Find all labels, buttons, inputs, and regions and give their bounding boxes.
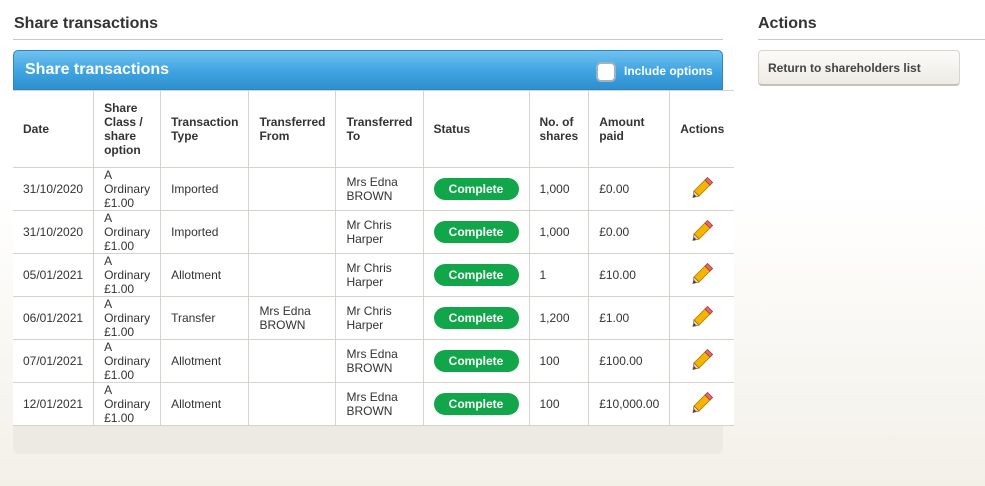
cell-date: 31/10/2020 <box>13 210 95 254</box>
cell-no-of-shares: 1,000 <box>528 210 590 254</box>
cell-status: Complete <box>422 210 530 254</box>
status-badge[interactable]: Complete <box>433 393 519 415</box>
page-title: Share transactions <box>14 15 159 32</box>
cell-date: 12/01/2021 <box>13 382 95 426</box>
pencil-icon[interactable] <box>691 391 714 414</box>
cell-transferred-from <box>248 210 337 254</box>
cell-date: 06/01/2021 <box>13 296 95 340</box>
pencil-icon[interactable] <box>691 219 714 242</box>
cell-no-of-shares: 1,000 <box>528 167 590 211</box>
cell-status: Complete <box>422 167 530 211</box>
cell-share-class: A Ordinary £1.00 <box>93 382 162 426</box>
table-row: 12/01/2021 A Ordinary £1.00 Allotment Mr… <box>13 382 735 426</box>
cell-status: Complete <box>422 382 530 426</box>
cell-no-of-shares: 1 <box>528 253 590 297</box>
status-badge[interactable]: Complete <box>433 264 519 286</box>
status-badge[interactable]: Complete <box>433 178 519 200</box>
cell-amount-paid: £1.00 <box>588 296 671 340</box>
pencil-icon[interactable] <box>691 262 714 285</box>
cell-actions <box>669 339 735 383</box>
panel-header: Share transactions Include options <box>13 50 723 90</box>
actions-divider <box>758 39 985 40</box>
pencil-icon[interactable] <box>691 176 714 199</box>
cell-transaction-type: Imported <box>160 167 250 211</box>
return-to-shareholders-button[interactable]: Return to shareholders list <box>758 50 960 86</box>
cell-transferred-to: Mrs Edna BROWN <box>335 339 424 383</box>
column-header-transferred-from: Transferred From <box>248 90 337 168</box>
column-header-date: Date <box>13 90 95 168</box>
cell-status: Complete <box>422 296 530 340</box>
column-header-transferred-to: Transferred To <box>335 90 424 168</box>
cell-transferred-from <box>248 382 337 426</box>
cell-status: Complete <box>422 339 530 383</box>
table-row: 31/10/2020 A Ordinary £1.00 Imported Mr … <box>13 210 735 254</box>
cell-transaction-type: Allotment <box>160 339 250 383</box>
cell-date: 05/01/2021 <box>13 253 95 297</box>
cell-status: Complete <box>422 253 530 297</box>
cell-share-class: A Ordinary £1.00 <box>93 339 162 383</box>
cell-actions <box>669 382 735 426</box>
column-header-share-class: Share Class / share option <box>93 90 162 168</box>
column-header-amount-paid: Amount paid <box>588 90 671 168</box>
cell-amount-paid: £10,000.00 <box>588 382 671 426</box>
cell-transaction-type: Allotment <box>160 382 250 426</box>
cell-transferred-to: Mrs Edna BROWN <box>335 167 424 211</box>
column-header-status: Status <box>422 90 530 168</box>
cell-amount-paid: £100.00 <box>588 339 671 383</box>
column-header-transaction-type: Transaction Type <box>160 90 250 168</box>
cell-transaction-type: Imported <box>160 210 250 254</box>
cell-actions <box>669 253 735 297</box>
status-badge[interactable]: Complete <box>433 221 519 243</box>
actions-title: Actions <box>758 15 817 32</box>
cell-transferred-from: Mrs Edna BROWN <box>248 296 337 340</box>
table-row: 05/01/2021 A Ordinary £1.00 Allotment Mr… <box>13 253 735 297</box>
column-header-no-of-shares: No. of shares <box>528 90 590 168</box>
cell-transferred-from <box>248 167 337 211</box>
cell-transferred-to: Mr Chris Harper <box>335 253 424 297</box>
cell-transferred-to: Mr Chris Harper <box>335 210 424 254</box>
cell-share-class: A Ordinary £1.00 <box>93 210 162 254</box>
include-options-label[interactable]: Include options <box>624 64 713 78</box>
cell-no-of-shares: 100 <box>528 382 590 426</box>
cell-transferred-to: Mr Chris Harper <box>335 296 424 340</box>
cell-date: 31/10/2020 <box>13 167 95 211</box>
table-row: 06/01/2021 A Ordinary £1.00 Transfer Mrs… <box>13 296 735 340</box>
table-row: 31/10/2020 A Ordinary £1.00 Imported Mrs… <box>13 167 735 211</box>
cell-actions <box>669 167 735 211</box>
cell-transferred-to: Mrs Edna BROWN <box>335 382 424 426</box>
pencil-icon[interactable] <box>691 348 714 371</box>
cell-transferred-from <box>248 253 337 297</box>
cell-transferred-from <box>248 339 337 383</box>
cell-actions <box>669 296 735 340</box>
cell-transaction-type: Allotment <box>160 253 250 297</box>
pencil-icon[interactable] <box>691 305 714 328</box>
transactions-panel: Share transactions Include options Date … <box>13 50 735 454</box>
status-badge[interactable]: Complete <box>433 307 519 329</box>
status-badge[interactable]: Complete <box>433 350 519 372</box>
heading-divider <box>13 39 723 40</box>
column-header-actions: Actions <box>669 90 735 168</box>
cell-amount-paid: £10.00 <box>588 253 671 297</box>
cell-date: 07/01/2021 <box>13 339 95 383</box>
table-header-row: Date Share Class / share option Transact… <box>13 90 735 168</box>
cell-actions <box>669 210 735 254</box>
panel-title: Share transactions <box>25 61 170 78</box>
table-row: 07/01/2021 A Ordinary £1.00 Allotment Mr… <box>13 339 735 383</box>
cell-no-of-shares: 1,200 <box>528 296 590 340</box>
transactions-table: Date Share Class / share option Transact… <box>13 90 735 426</box>
cell-share-class: A Ordinary £1.00 <box>93 167 162 211</box>
cell-no-of-shares: 100 <box>528 339 590 383</box>
cell-share-class: A Ordinary £1.00 <box>93 253 162 297</box>
cell-amount-paid: £0.00 <box>588 167 671 211</box>
cell-transaction-type: Transfer <box>160 296 250 340</box>
cell-amount-paid: £0.00 <box>588 210 671 254</box>
include-options-checkbox[interactable] <box>596 62 616 82</box>
cell-share-class: A Ordinary £1.00 <box>93 296 162 340</box>
